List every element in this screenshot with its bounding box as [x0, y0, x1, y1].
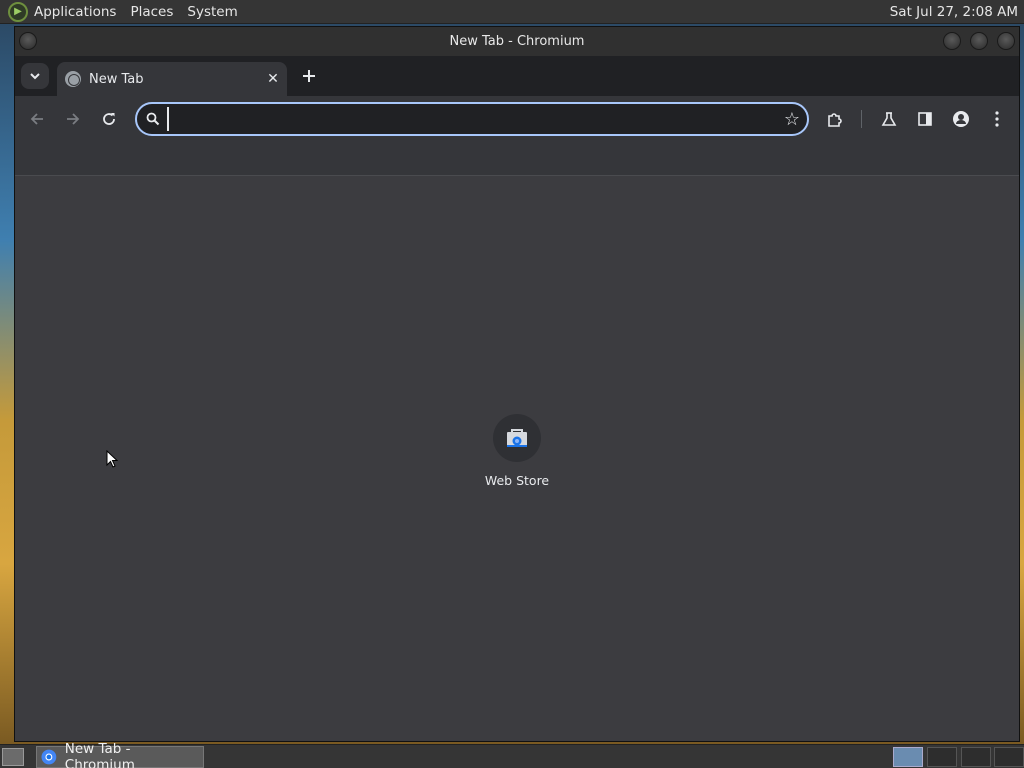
toolbar-divider — [861, 110, 862, 128]
workspace-4[interactable] — [994, 747, 1024, 767]
bookmark-bar — [15, 142, 1019, 176]
reload-icon — [103, 113, 115, 125]
forward-arrow-icon — [67, 113, 80, 125]
clock[interactable]: Sat Jul 27, 2:08 AM — [890, 4, 1018, 20]
forward-button[interactable] — [59, 105, 87, 133]
labs-button[interactable] — [875, 105, 903, 133]
tab-new-tab[interactable]: New Tab ✕ — [57, 62, 287, 96]
taskbar-item-label: New Tab - Chromium — [64, 740, 135, 768]
chromium-window: New Tab - Chromium New Tab ✕ ☆ Web Store — [14, 26, 1020, 742]
web-store-icon — [507, 429, 527, 447]
browser-toolbar: ☆ — [15, 96, 1019, 142]
window-titlebar[interactable]: New Tab - Chromium — [15, 27, 1019, 56]
puzzle-icon — [828, 113, 842, 127]
taskbar-item-chromium[interactable]: New Tab - Chromium — [36, 741, 204, 768]
tab-strip: New Tab ✕ — [15, 56, 1019, 96]
new-tab-button[interactable] — [297, 64, 321, 88]
window-title: New Tab - Chromium — [449, 34, 585, 49]
bottom-taskbar: New Tab - Chromium — [0, 741, 1024, 768]
minimize-button[interactable] — [943, 32, 961, 50]
extensions-button[interactable] — [821, 105, 849, 133]
workspace-1[interactable] — [893, 747, 923, 767]
search-icon — [139, 105, 167, 133]
tab-title: New Tab — [89, 71, 144, 87]
kebab-menu-icon — [995, 111, 999, 127]
shortcut-tile — [493, 414, 541, 462]
show-desktop-button[interactable] — [2, 747, 24, 766]
reload-button[interactable] — [95, 105, 123, 133]
profile-button[interactable] — [947, 105, 975, 133]
chevron-down-icon — [30, 73, 40, 80]
shortcut-label: Web Store — [484, 473, 550, 488]
avatar-icon — [953, 111, 969, 127]
workspace-3[interactable] — [961, 747, 991, 767]
tab-search-button[interactable] — [21, 63, 49, 89]
back-button[interactable] — [23, 105, 51, 133]
globe-icon — [65, 71, 81, 87]
flask-icon — [881, 112, 897, 126]
distro-logo-icon[interactable]: ▶ — [8, 1, 28, 22]
new-tab-page: Web Store — [15, 176, 1019, 741]
bookmark-star-icon[interactable]: ☆ — [777, 104, 807, 134]
address-input[interactable] — [167, 107, 777, 131]
back-arrow-icon — [30, 113, 43, 125]
places-menu[interactable]: Places — [130, 4, 173, 20]
side-panel-button[interactable] — [911, 105, 939, 133]
system-menu[interactable]: System — [187, 4, 237, 20]
close-window-button[interactable] — [997, 32, 1015, 50]
plus-icon — [303, 70, 315, 82]
applications-menu[interactable]: Applications — [34, 4, 116, 20]
window-menu-button[interactable] — [19, 32, 37, 50]
close-tab-icon[interactable]: ✕ — [263, 71, 283, 87]
chromium-icon — [41, 749, 57, 764]
maximize-button[interactable] — [970, 32, 988, 50]
side-panel-icon — [918, 112, 932, 126]
shortcut-web-store[interactable]: Web Store — [477, 414, 557, 494]
workspace-2[interactable] — [927, 747, 957, 767]
omnibox[interactable]: ☆ — [135, 102, 809, 136]
menu-button[interactable] — [983, 105, 1011, 133]
mouse-cursor-icon — [106, 450, 118, 468]
top-panel: ▶ Applications Places System Sat Jul 27,… — [0, 0, 1024, 24]
